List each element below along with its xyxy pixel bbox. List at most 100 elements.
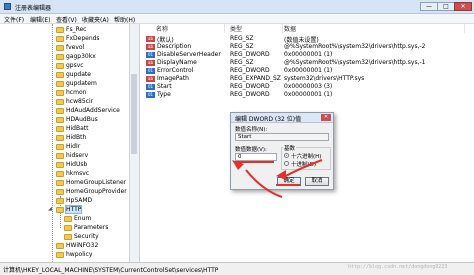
- folder-icon: [56, 90, 64, 96]
- tree-item[interactable]: HidIr: [0, 143, 128, 151]
- registry-tree[interactable]: Fs_Rec FxDepends fvevol gagp30kx gpsvc gupdat…: [0, 24, 140, 262]
- tree-expander-icon[interactable]: [48, 126, 53, 131]
- tree-item[interactable]: HomeGroupListener: [0, 179, 128, 187]
- dialog-close-button[interactable]: ✕: [321, 114, 331, 121]
- hex-radio[interactable]: [284, 153, 289, 158]
- value-name: DisplayName: [157, 59, 197, 66]
- tree-item-label: HomeGroupProvider: [66, 188, 127, 195]
- tree-expander-icon[interactable]: [48, 54, 53, 59]
- tree-expander-icon[interactable]: [48, 153, 53, 158]
- value-row[interactable]: ab Description REG_SZ @%SystemRoot%\system3…: [144, 43, 470, 51]
- dec-radio[interactable]: [284, 161, 289, 166]
- tree-item-label: hcmon: [66, 89, 87, 96]
- tree-item[interactable]: HWiNFO32: [0, 242, 128, 250]
- tree-expander-icon[interactable]: [48, 81, 53, 86]
- tree-item[interactable]: HidBth: [0, 134, 128, 142]
- value-row[interactable]: 01 DisableServerHeader REG_DWORD 0x00000001…: [144, 51, 470, 59]
- cancel-button[interactable]: 取消: [305, 177, 329, 186]
- minimize-button[interactable]: —: [420, 2, 438, 11]
- close-button[interactable]: ✕: [454, 2, 472, 11]
- tree-expander-icon[interactable]: [48, 162, 53, 167]
- hex-radio-label[interactable]: 十六进制(H): [291, 152, 321, 160]
- tree-item[interactable]: FxDepends: [0, 35, 128, 43]
- maximize-button[interactable]: □: [437, 2, 455, 11]
- value-data-label: 数值数据(V):: [235, 147, 267, 153]
- value-data-input[interactable]: 0: [235, 153, 277, 161]
- string-value-icon: ab: [146, 60, 155, 66]
- tree-item-label: hcw85cir: [66, 98, 94, 105]
- tree-expander-icon[interactable]: [48, 99, 53, 104]
- tree-expander-icon[interactable]: [48, 189, 53, 194]
- menu-file[interactable]: 文件(F): [4, 15, 24, 24]
- value-row[interactable]: 01 Start REG_DWORD 0x00000003 (3): [144, 83, 470, 91]
- tree-item[interactable]: HpSAMD: [0, 197, 128, 205]
- value-type: REG_DWORD: [230, 91, 270, 98]
- tree-expander-icon[interactable]: [48, 144, 53, 149]
- tree-expander-icon[interactable]: [48, 180, 53, 185]
- tree-item[interactable]: hidserv: [0, 152, 128, 160]
- tree-expander-icon[interactable]: [48, 108, 53, 113]
- tree-expander-icon[interactable]: [48, 63, 53, 68]
- tree-item[interactable]: Fs_Rec: [0, 26, 128, 34]
- menu-help[interactable]: 帮助(H): [114, 15, 135, 24]
- value-row[interactable]: ab (默认) REG_SZ (数值未设置): [144, 35, 470, 44]
- dialog-title-bar: 编辑 DWORD (32 位)值 ✕: [231, 113, 333, 123]
- tree-scrollbar[interactable]: [129, 24, 139, 262]
- value-name-label: 数值名称(N):: [235, 127, 268, 133]
- menu-favorites[interactable]: 收藏夹(A): [82, 15, 109, 24]
- column-type[interactable]: 类型: [230, 24, 283, 33]
- value-name-field: Start: [235, 133, 329, 141]
- folder-icon: [56, 198, 64, 204]
- tree-item[interactable]: Parameters: [0, 224, 128, 232]
- tree-item-label: FxDepends: [66, 35, 100, 42]
- tree-expander-icon[interactable]: [48, 72, 53, 77]
- folder-icon: [56, 27, 64, 33]
- tree-item[interactable]: HomeGroupProvider: [0, 188, 128, 196]
- tree-expander-icon[interactable]: [56, 225, 61, 230]
- tree-item[interactable]: hkmsvc: [0, 170, 128, 178]
- tree-expander-icon[interactable]: [56, 216, 61, 221]
- tree-item[interactable]: gupdatem: [0, 80, 128, 88]
- tree-item[interactable]: fvevol: [0, 44, 128, 52]
- tree-item[interactable]: HdAudAddService: [0, 107, 128, 115]
- tree-item[interactable]: hwpolicy: [0, 251, 128, 259]
- menu-edit[interactable]: 编辑(E): [30, 15, 50, 24]
- value-row[interactable]: ab ImagePath REG_EXPAND_SZ system32\drivers…: [144, 75, 470, 83]
- tree-item-label: hwpolicy: [66, 251, 93, 258]
- tree-item[interactable]: gpsvc: [0, 62, 128, 70]
- tree-expander-icon[interactable]: [48, 171, 53, 176]
- dec-radio-label[interactable]: 十进制(D): [291, 160, 316, 168]
- tree-expander-icon[interactable]: [48, 135, 53, 140]
- tree-item[interactable]: Security: [0, 233, 128, 241]
- tree-expander-icon[interactable]: [48, 243, 53, 248]
- tree-item-label: HWiNFO32: [66, 242, 99, 249]
- tree-expander-icon[interactable]: [48, 117, 53, 122]
- tree-item[interactable]: hcw85cir: [0, 98, 128, 106]
- tree-item[interactable]: gupdate: [0, 71, 128, 79]
- value-row[interactable]: ab DisplayName REG_SZ @%SystemRoot%\system3…: [144, 59, 470, 67]
- window-title: 注册表编辑器: [15, 5, 52, 12]
- tree-item[interactable]: gagp30kx: [0, 53, 128, 61]
- column-data[interactable]: 数据: [284, 24, 465, 33]
- tree-expander-icon[interactable]: [48, 90, 53, 95]
- tree-expander-icon[interactable]: [48, 45, 53, 50]
- tree-item[interactable]: hcmon: [0, 89, 128, 97]
- menu-view[interactable]: 查看(V): [56, 15, 77, 24]
- tree-expander-icon[interactable]: [48, 252, 53, 257]
- scrollbar-thumb[interactable]: [131, 74, 137, 154]
- tree-expander-icon[interactable]: ◢: [48, 207, 53, 212]
- tree-item[interactable]: ◢ HTTP: [0, 205, 128, 214]
- tree-item[interactable]: HidBatt: [0, 125, 128, 133]
- value-row[interactable]: 01 Type REG_DWORD 0x00000001 (1): [144, 91, 470, 99]
- tree-expander-icon[interactable]: [56, 234, 61, 239]
- tree-item-label: HidBatt: [66, 125, 89, 132]
- column-name[interactable]: 名称: [156, 24, 225, 33]
- value-type: REG_SZ: [230, 59, 254, 66]
- tree-expander-icon[interactable]: [48, 27, 53, 32]
- tree-item[interactable]: HDAudBus: [0, 116, 128, 124]
- tree-item[interactable]: Enum: [0, 215, 128, 223]
- tree-expander-icon[interactable]: [48, 198, 53, 203]
- tree-item[interactable]: HidUsb: [0, 161, 128, 169]
- tree-expander-icon[interactable]: [48, 36, 53, 41]
- value-row[interactable]: 01 ErrorControl REG_DWORD 0x00000001 (1): [144, 67, 470, 75]
